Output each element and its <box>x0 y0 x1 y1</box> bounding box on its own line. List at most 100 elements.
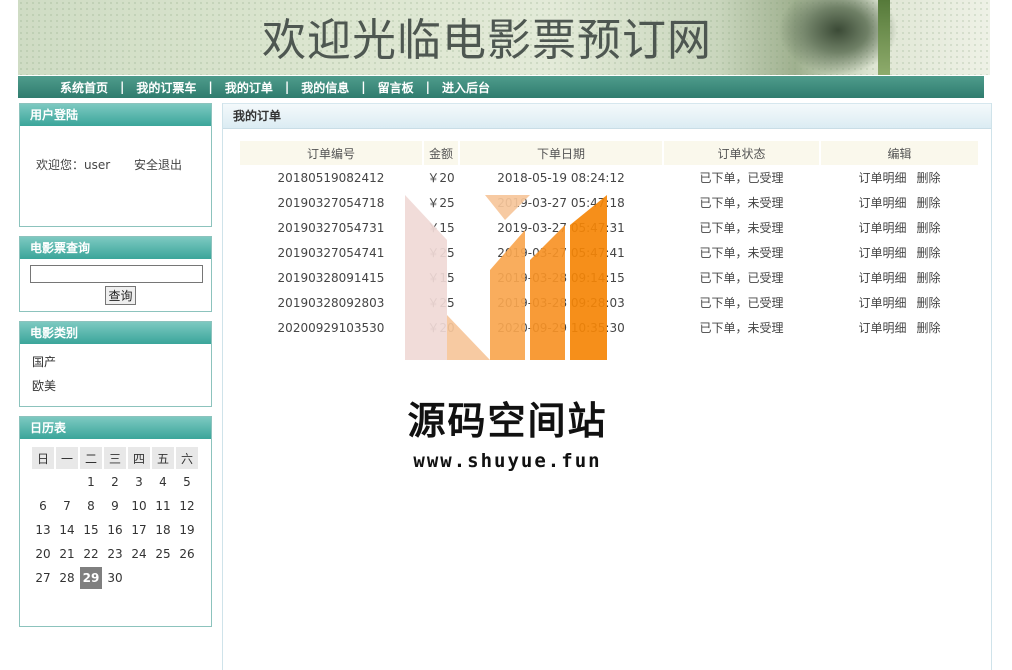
login-box: 用户登陆 欢迎您：user 安全退出 <box>19 103 212 227</box>
amount-cell: ￥15 <box>427 271 455 285</box>
amount-cell: ￥20 <box>427 171 455 185</box>
calendar-day[interactable]: 3 <box>128 471 150 493</box>
calendar-day[interactable]: 28 <box>56 567 78 589</box>
nav-item-3[interactable]: 我的信息 <box>289 79 361 96</box>
calendar-day[interactable]: 22 <box>80 543 102 565</box>
logout-link[interactable]: 安全退出 <box>134 158 182 172</box>
orders-header-row: 订单编号 金额 下单日期 订单状态 编辑 <box>240 141 978 165</box>
order-id-cell: 20180519082412 <box>277 170 385 185</box>
nav-item-2[interactable]: 我的订单 <box>213 79 285 96</box>
calendar-day[interactable]: 7 <box>56 495 78 517</box>
calendar-days: 1 2 3 4 5 6 7 8 9 10 11 12 13 14 15 16 17 18 19 20 21 22 23 24 2… <box>32 471 198 589</box>
order-id-cell: 20190328091415 <box>277 270 385 285</box>
welcome-text: 欢迎您：user <box>36 158 111 172</box>
order-detail-link[interactable]: 订单明细 <box>858 246 906 260</box>
nav-item-4[interactable]: 留言板 <box>366 79 426 96</box>
search-button[interactable]: 查询 <box>105 286 136 305</box>
order-id-cell: 20200929103530 <box>277 320 385 335</box>
order-date-cell: 2019-03-28 09:14:15 <box>497 270 625 285</box>
calendar-day[interactable]: 10 <box>128 495 150 517</box>
order-date-cell: 2019-03-27 05:47:18 <box>497 195 625 210</box>
order-status-cell: 已下单，未受理 <box>699 246 784 260</box>
order-detail-link[interactable]: 订单明细 <box>858 321 906 335</box>
category-item[interactable]: 国产 <box>32 350 211 374</box>
table-row: 20200929103530 ￥20 2020-09-29 10:35:30 已下单，… <box>240 315 978 340</box>
table-row: 20190327054741 ￥25 2019-03-27 05:47:41 已下单，… <box>240 240 978 265</box>
calendar-day[interactable]: 14 <box>56 519 78 541</box>
order-detail-link[interactable]: 订单明细 <box>858 221 906 235</box>
calendar-day[interactable]: 13 <box>32 519 54 541</box>
table-row: 20190328092803 ￥25 2019-03-28 09:28:03 已下单，… <box>240 290 978 315</box>
order-date-cell: 2020-09-29 10:35:30 <box>497 320 625 335</box>
order-detail-link[interactable]: 订单明细 <box>858 171 906 185</box>
order-actions-cell: 订单明细 删除 <box>821 290 978 315</box>
login-box-body: 欢迎您：user 安全退出 <box>20 126 211 173</box>
order-detail-link[interactable]: 订单明细 <box>858 271 906 285</box>
orders-body: 20180519082412 ￥20 2018-05-19 08:24:12 已下单，… <box>240 165 978 340</box>
order-delete-link[interactable]: 删除 <box>917 246 941 260</box>
calendar-day[interactable]: 21 <box>56 543 78 565</box>
amount-cell: ￥15 <box>427 221 455 235</box>
calendar-day[interactable]: 19 <box>176 519 198 541</box>
search-box-header: 电影票查询 <box>20 237 211 259</box>
calendar-day[interactable]: 1 <box>80 471 102 493</box>
calendar-day[interactable]: 18 <box>152 519 174 541</box>
col-amount: 金额 <box>424 141 458 165</box>
calendar-day[interactable]: 24 <box>128 543 150 565</box>
calendar-day[interactable]: 30 <box>104 567 126 589</box>
banner-bamboo-image <box>878 0 890 75</box>
order-detail-link[interactable]: 订单明细 <box>858 296 906 310</box>
calendar-day[interactable]: 20 <box>32 543 54 565</box>
calendar-weekday: 六 <box>176 447 198 469</box>
orders-table: 订单编号 金额 下单日期 订单状态 编辑 20180519082412 ￥20 20… <box>238 141 980 340</box>
calendar-empty-cell <box>56 471 78 493</box>
calendar-day[interactable]: 12 <box>176 495 198 517</box>
calendar-day[interactable]: 4 <box>152 471 174 493</box>
order-detail-link[interactable]: 订单明细 <box>858 196 906 210</box>
amount-cell: ￥25 <box>427 246 455 260</box>
amount-cell: ￥25 <box>427 196 455 210</box>
order-delete-link[interactable]: 删除 <box>917 321 941 335</box>
calendar-weekday: 二 <box>80 447 102 469</box>
calendar-week-row: 27 28 29 30 <box>32 567 198 589</box>
search-box: 电影票查询 查询 <box>19 236 212 312</box>
amount-cell: ￥20 <box>427 321 455 335</box>
calendar-day[interactable]: 23 <box>104 543 126 565</box>
category-item[interactable]: 欧美 <box>32 374 211 398</box>
order-delete-link[interactable]: 删除 <box>917 221 941 235</box>
col-order-date: 下单日期 <box>460 141 662 165</box>
calendar-day[interactable]: 6 <box>32 495 54 517</box>
nav-item-1[interactable]: 我的订票车 <box>124 79 208 96</box>
calendar-week-row: 20 21 22 23 24 25 26 <box>32 543 198 565</box>
calendar-day[interactable]: 26 <box>176 543 198 565</box>
order-date-cell: 2018-05-19 08:24:12 <box>497 170 625 185</box>
calendar-empty-cell <box>128 567 150 589</box>
order-status-cell: 已下单，已受理 <box>699 271 784 285</box>
calendar-box: 日历表 日一二三四五六 1 2 3 4 5 6 7 8 9 10 11 12 13 14 15 16 17 18 1… <box>19 416 212 627</box>
calendar-day[interactable]: 29 <box>80 567 102 589</box>
calendar-day[interactable]: 27 <box>32 567 54 589</box>
order-id-cell: 20190328092803 <box>277 295 385 310</box>
calendar-day[interactable]: 15 <box>80 519 102 541</box>
nav-item-0[interactable]: 系统首页 <box>48 79 120 96</box>
order-delete-link[interactable]: 删除 <box>917 196 941 210</box>
calendar-day[interactable]: 5 <box>176 471 198 493</box>
table-row: 20190327054731 ￥15 2019-03-27 05:47:31 已下单，… <box>240 215 978 240</box>
order-delete-link[interactable]: 删除 <box>917 296 941 310</box>
calendar-week-row: 6 7 8 9 10 11 12 <box>32 495 198 517</box>
calendar-day[interactable]: 16 <box>104 519 126 541</box>
calendar-day[interactable]: 11 <box>152 495 174 517</box>
order-status-cell: 已下单，未受理 <box>699 321 784 335</box>
order-delete-link[interactable]: 删除 <box>917 271 941 285</box>
calendar-day[interactable]: 9 <box>104 495 126 517</box>
calendar-day[interactable]: 25 <box>152 543 174 565</box>
calendar-day[interactable]: 2 <box>104 471 126 493</box>
calendar-day[interactable]: 17 <box>128 519 150 541</box>
col-order-status: 订单状态 <box>664 141 819 165</box>
calendar-day[interactable]: 8 <box>80 495 102 517</box>
nav-item-5[interactable]: 进入后台 <box>430 79 502 96</box>
order-actions-cell: 订单明细 删除 <box>821 165 978 190</box>
orders-panel-header: 我的订单 <box>223 103 991 129</box>
search-input[interactable] <box>30 265 203 283</box>
order-delete-link[interactable]: 删除 <box>917 171 941 185</box>
